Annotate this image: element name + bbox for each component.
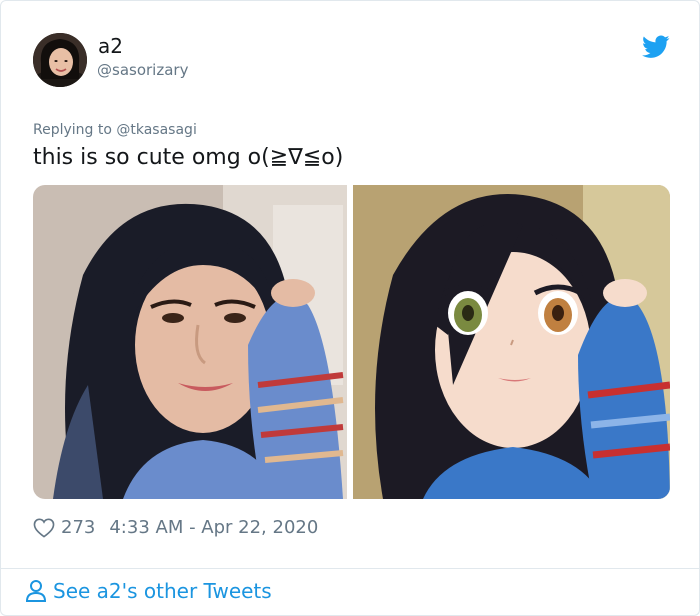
divider	[1, 568, 699, 569]
footer-link-label[interactable]: See a2's other Tweets	[53, 579, 272, 603]
like-count[interactable]: 273	[61, 517, 95, 538]
twitter-bird-icon[interactable]	[642, 35, 670, 59]
person-icon	[25, 580, 47, 602]
replying-to-line[interactable]: Replying to @tkasasagi	[33, 122, 197, 138]
heart-icon[interactable]	[33, 518, 55, 538]
tweet-card: a2 @sasorizary Replying to @tkasasagi th…	[0, 0, 700, 616]
see-other-tweets-link[interactable]: See a2's other Tweets	[25, 579, 272, 603]
anime-illustration-woman[interactable]	[353, 185, 670, 499]
timestamp[interactable]: 4:33 AM - Apr 22, 2020	[109, 517, 318, 538]
tweet-media[interactable]	[33, 185, 670, 499]
tweet-meta: 273 4:33 AM - Apr 22, 2020	[33, 517, 318, 538]
avatar[interactable]	[33, 33, 87, 87]
photo-woman[interactable]	[33, 185, 347, 499]
author-display-name[interactable]: a2	[98, 34, 123, 58]
author-handle[interactable]: @sasorizary	[97, 61, 188, 79]
tweet-text: this is so cute omg o(≧∇≦o)	[33, 145, 344, 170]
